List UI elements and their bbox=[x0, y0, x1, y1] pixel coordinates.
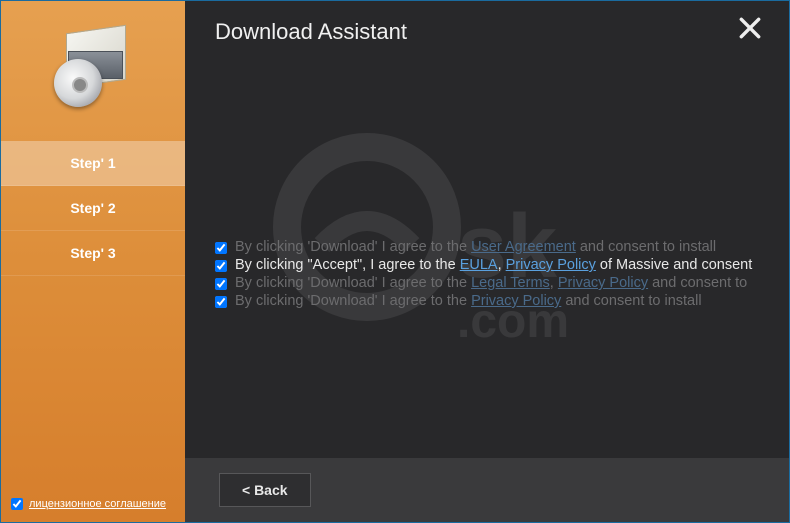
consent-list: By clicking 'Download' I agree to the Us… bbox=[215, 239, 769, 309]
consent-checkbox[interactable] bbox=[215, 260, 227, 272]
consent-row: By clicking "Accept", I agree to the EUL… bbox=[215, 257, 769, 273]
back-button[interactable]: < Back bbox=[219, 473, 311, 507]
consent-row: By clicking 'Download' I agree to the Le… bbox=[215, 275, 769, 291]
consent-link[interactable]: Privacy Policy bbox=[558, 275, 648, 291]
consent-row: By clicking 'Download' I agree to the Us… bbox=[215, 239, 769, 255]
consent-checkbox[interactable] bbox=[215, 296, 227, 308]
step-1[interactable]: Step' 1 bbox=[1, 141, 185, 186]
consent-text: By clicking 'Download' I agree to the Us… bbox=[235, 239, 716, 255]
license-agreement-link[interactable]: лицензионное соглашение bbox=[29, 498, 166, 510]
license-checkbox[interactable] bbox=[11, 498, 23, 510]
consent-checkbox[interactable] bbox=[215, 278, 227, 290]
consent-text: By clicking "Accept", I agree to the EUL… bbox=[235, 257, 752, 273]
page-title: Download Assistant bbox=[215, 19, 759, 45]
consent-link[interactable]: Legal Terms bbox=[471, 275, 550, 291]
consent-pre-text: By clicking 'Download' I agree to the bbox=[235, 275, 471, 291]
main-panel: Download Assistant sk .com By clicking '… bbox=[185, 1, 789, 522]
consent-pre-text: By clicking 'Download' I agree to the bbox=[235, 293, 471, 309]
step-2[interactable]: Step' 2 bbox=[1, 186, 185, 231]
sidebar-license-row: лицензионное соглашение bbox=[11, 498, 166, 510]
consent-link[interactable]: EULA bbox=[460, 257, 498, 273]
step-label: Step' 1 bbox=[70, 155, 115, 171]
consent-text: By clicking 'Download' I agree to the Pr… bbox=[235, 293, 702, 309]
consent-post-text: and consent to install bbox=[576, 239, 716, 255]
step-label: Step' 3 bbox=[70, 245, 115, 261]
sidebar: Step' 1 Step' 2 Step' 3 лицензионное сог… bbox=[1, 1, 185, 522]
consent-link[interactable]: Privacy Policy bbox=[506, 257, 596, 273]
consent-text: By clicking 'Download' I agree to the Le… bbox=[235, 275, 747, 291]
consent-row: By clicking 'Download' I agree to the Pr… bbox=[215, 293, 769, 309]
consent-post-text: and consent to install bbox=[561, 293, 701, 309]
close-button[interactable] bbox=[737, 15, 767, 45]
footer-bar: < Back bbox=[185, 458, 789, 522]
consent-link[interactable]: User Agreement bbox=[471, 239, 576, 255]
close-icon bbox=[737, 15, 763, 41]
consent-pre-text: By clicking 'Download' I agree to the bbox=[235, 239, 471, 255]
consent-pre-text: By clicking "Accept", I agree to the bbox=[235, 257, 460, 273]
step-list: Step' 1 Step' 2 Step' 3 bbox=[1, 141, 185, 276]
step-label: Step' 2 bbox=[70, 200, 115, 216]
consent-post-text: of Massive and consent bbox=[596, 257, 752, 273]
step-3[interactable]: Step' 3 bbox=[1, 231, 185, 276]
consent-post-text: and consent to bbox=[648, 275, 747, 291]
consent-checkbox[interactable] bbox=[215, 242, 227, 254]
consent-link[interactable]: Privacy Policy bbox=[471, 293, 561, 309]
installer-window: Step' 1 Step' 2 Step' 3 лицензионное сог… bbox=[0, 0, 790, 523]
installer-package-icon bbox=[48, 21, 138, 111]
